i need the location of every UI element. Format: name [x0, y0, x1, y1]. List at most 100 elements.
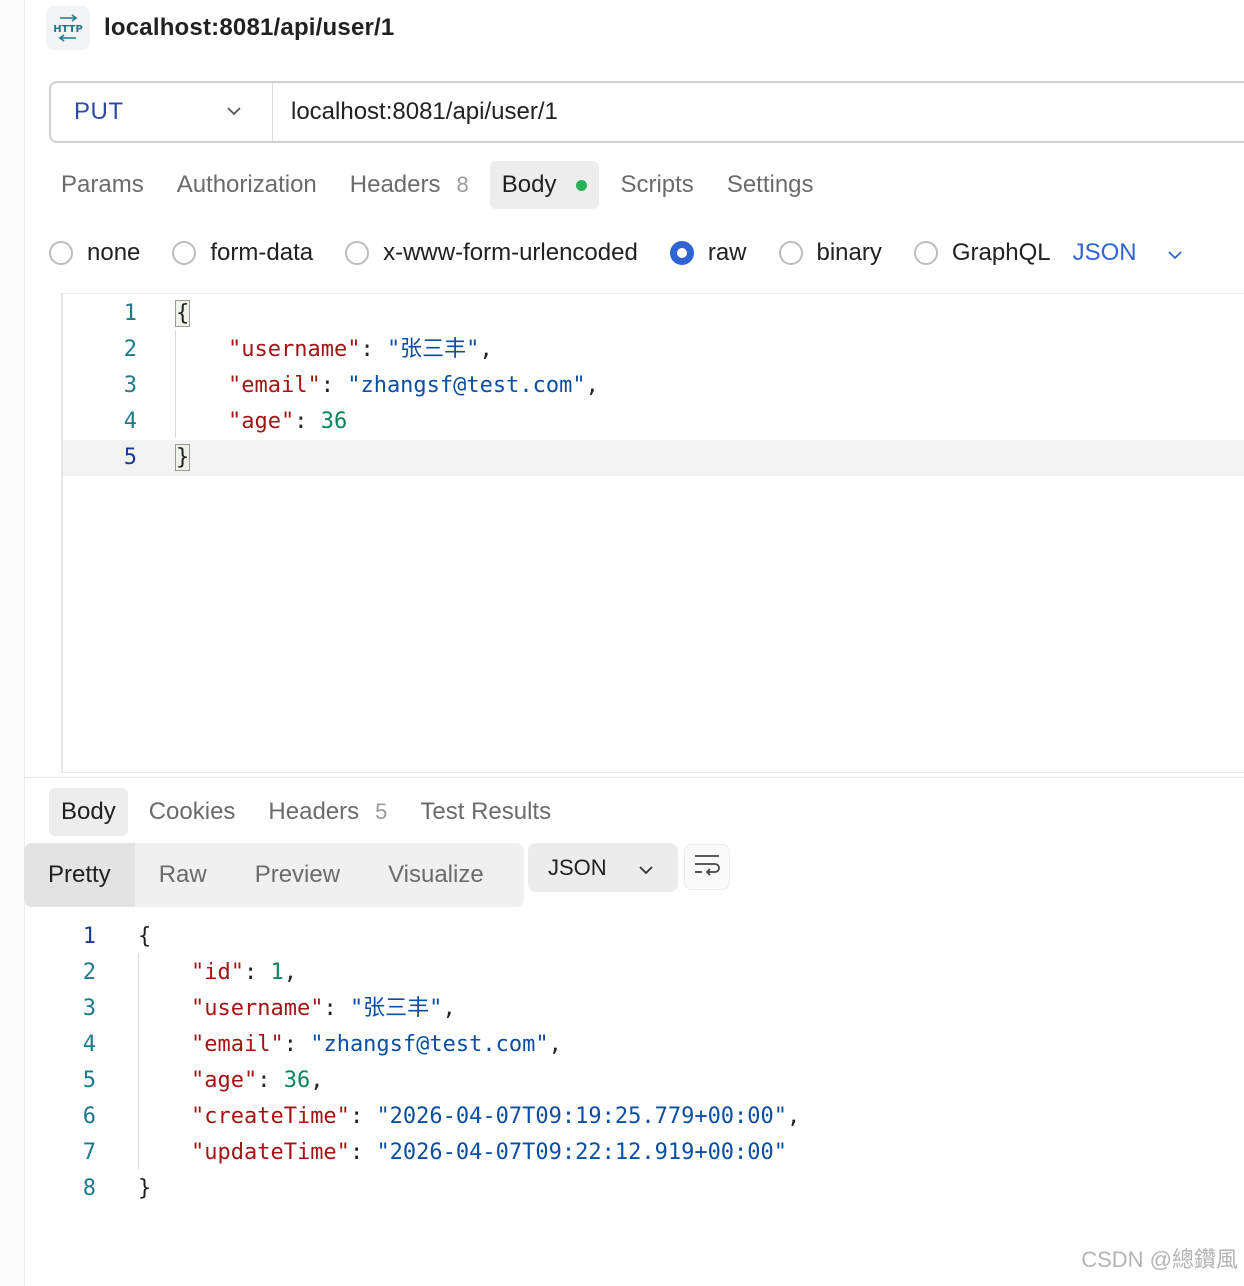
method-label: PUT: [74, 98, 124, 125]
tab-label: Test Results: [420, 798, 552, 825]
tab-authorization[interactable]: Authorization: [165, 161, 329, 209]
code-line: 3 "email": "zhangsf@test.com",: [63, 368, 1244, 404]
json-punctuation: ,: [442, 996, 456, 1021]
line-number: 2: [82, 960, 96, 985]
json-punctuation: }: [138, 1176, 152, 1201]
response-format-label: JSON: [548, 854, 607, 880]
line-number: 5: [82, 1068, 96, 1093]
response-tab-test-results[interactable]: Test Results: [408, 788, 563, 836]
json-punctuation: :: [349, 1140, 377, 1165]
pane-divider[interactable]: [24, 777, 1244, 778]
radio-circle[interactable]: [49, 241, 73, 265]
line-number: 2: [123, 337, 137, 362]
view-mode-segmented-control: Pretty Raw Preview Visualize: [24, 843, 524, 907]
page-title: localhost:8081/api/user/1: [104, 14, 395, 41]
radio-binary[interactable]: binary: [778, 239, 882, 267]
tab-label: Body: [61, 798, 116, 825]
view-pretty[interactable]: Pretty: [24, 843, 135, 907]
code-line: 4 "email": "zhangsf@test.com",: [24, 1027, 1214, 1063]
radio-form-data[interactable]: form-data: [172, 239, 313, 267]
json-punctuation: ,: [283, 960, 297, 985]
tab-params[interactable]: Params: [49, 161, 156, 209]
json-punctuation: ,: [479, 337, 493, 362]
line-text: "username": "张三丰",: [175, 332, 493, 368]
svg-text:HTTP: HTTP: [53, 24, 83, 35]
json-string: "张三丰": [386, 337, 480, 362]
json-key: "email": [190, 1032, 284, 1057]
line-text: {: [175, 296, 191, 332]
url-input[interactable]: localhost:8081/api/user/1: [291, 98, 558, 126]
json-punctuation: :: [243, 960, 271, 985]
line-number: 8: [82, 1176, 96, 1201]
code-line: 5 "age": 36,: [24, 1063, 1214, 1099]
tab-label: Cookies: [148, 798, 236, 825]
json-number: 36: [320, 409, 348, 434]
radio-circle[interactable]: [172, 241, 197, 265]
radio-label: none: [87, 239, 141, 266]
tab-label: Params: [61, 171, 144, 198]
radio-label: binary: [816, 239, 882, 266]
response-tab-headers[interactable]: Headers 5: [256, 788, 399, 836]
line-number: 6: [82, 1104, 96, 1129]
json-punctuation: ,: [787, 1104, 801, 1129]
radio-label: form-data: [210, 239, 314, 266]
radio-graphql[interactable]: GraphQL: [913, 239, 1051, 267]
request-body-editor[interactable]: 1{2 "username": "张三丰", 3 "email": "zhangs…: [61, 293, 1244, 773]
json-punctuation: :: [283, 1032, 311, 1057]
wrap-lines-button[interactable]: [684, 844, 730, 890]
code-line: 1{: [24, 919, 1214, 955]
json-string: "张三丰": [349, 996, 443, 1021]
response-tab-body[interactable]: Body: [49, 788, 128, 836]
line-text: "updateTime": "2026-04-07T09:22:12.919+0…: [138, 1135, 787, 1171]
radio-x-www-form-urlencoded[interactable]: x-www-form-urlencoded: [345, 239, 638, 267]
code-line: 6 "createTime": "2026-04-07T09:19:25.779…: [24, 1099, 1214, 1135]
line-text: "age": 36: [175, 404, 347, 440]
method-dropdown[interactable]: PUT: [51, 83, 273, 141]
code-line: 1{: [63, 296, 1244, 332]
line-number: 1: [123, 301, 137, 326]
json-number: 36: [283, 1068, 311, 1093]
code-line: 2 "username": "张三丰",: [63, 332, 1244, 368]
json-string: "2026-04-07T09:22:12.919+00:00": [376, 1140, 788, 1165]
code-line: 4 "age": 36: [63, 404, 1244, 440]
tab-body[interactable]: Body: [489, 161, 600, 209]
body-status-dot: [576, 179, 588, 191]
view-preview[interactable]: Preview: [231, 843, 364, 907]
code-line: 5}: [63, 440, 1244, 476]
radio-circle[interactable]: [345, 241, 370, 265]
line-text: {: [138, 919, 151, 955]
wrap-lines-icon: [693, 853, 721, 882]
json-key: "age": [227, 409, 295, 434]
code-line: 3 "username": "张三丰",: [24, 991, 1214, 1027]
tab-scripts[interactable]: Scripts: [608, 161, 705, 209]
json-punctuation: ,: [585, 373, 599, 398]
radio-none[interactable]: none: [49, 239, 140, 267]
left-sidebar-strip: [0, 0, 25, 1286]
radio-label: raw: [707, 239, 747, 266]
radio-circle[interactable]: [913, 241, 938, 265]
raw-format-dropdown[interactable]: JSON: [1073, 239, 1183, 267]
response-body-viewer[interactable]: 1{2 "id": 1, 3 "username": "张三丰", 4 "email…: [24, 917, 1244, 1217]
watermark: CSDN @總鑽風: [1081, 1247, 1238, 1272]
radio-raw[interactable]: raw: [669, 239, 747, 267]
json-punctuation: :: [360, 337, 387, 362]
tab-label: Scripts: [620, 171, 694, 198]
line-number: 7: [82, 1140, 96, 1165]
view-raw[interactable]: Raw: [135, 843, 231, 907]
line-text: "createTime": "2026-04-07T09:19:25.779+0…: [138, 1099, 800, 1135]
tab-headers[interactable]: Headers 8: [338, 161, 481, 209]
view-visualize[interactable]: Visualize: [364, 843, 508, 907]
line-text: "email": "zhangsf@test.com",: [175, 368, 599, 404]
line-number: 4: [82, 1032, 96, 1057]
radio-circle-selected[interactable]: [669, 241, 694, 265]
tab-label: Settings: [726, 171, 814, 198]
line-number: 5: [123, 445, 137, 470]
tab-settings[interactable]: Settings: [715, 161, 826, 209]
line-number: 3: [82, 996, 96, 1021]
response-format-dropdown[interactable]: JSON: [528, 843, 678, 892]
tab-label: Headers: [268, 798, 360, 825]
radio-circle[interactable]: [778, 241, 803, 265]
json-punctuation: {: [175, 300, 191, 327]
response-tab-cookies[interactable]: Cookies: [137, 788, 248, 836]
line-text: "age": 36,: [138, 1063, 323, 1099]
